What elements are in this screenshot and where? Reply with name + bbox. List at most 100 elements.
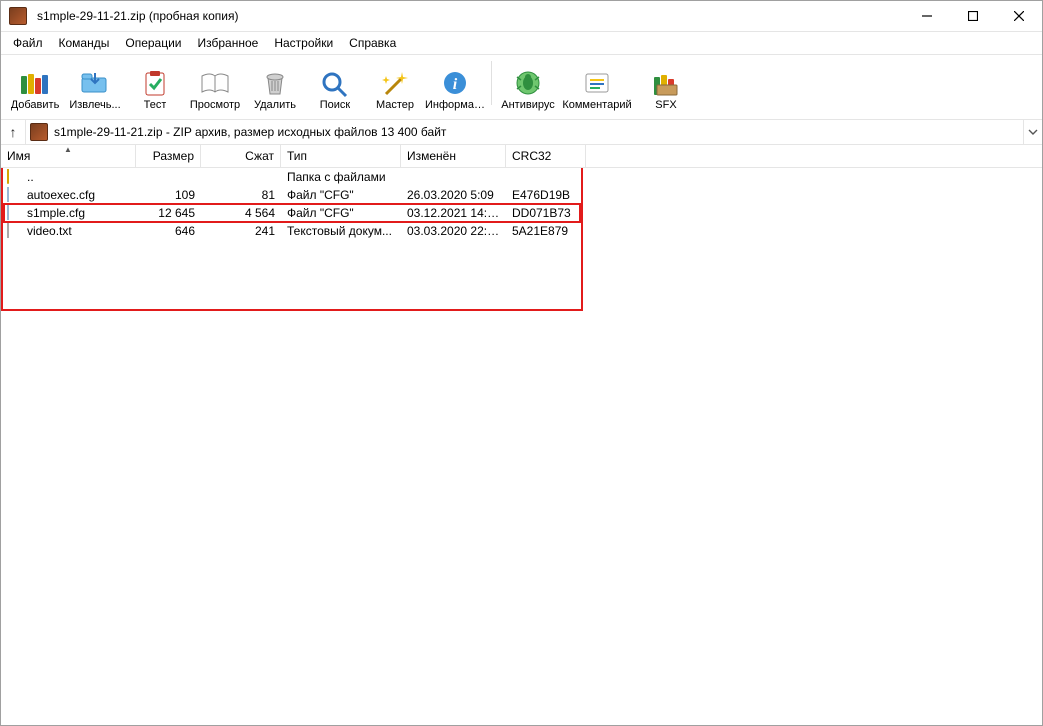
toolbar-add[interactable]: Добавить [5, 59, 65, 113]
bug-icon [511, 67, 545, 99]
maximize-button[interactable] [950, 1, 996, 31]
col-modified[interactable]: Изменён [401, 145, 506, 167]
cell-packed: 81 [201, 188, 281, 202]
toolbar-antivirus-label: Антивирус [501, 99, 554, 113]
cell-type: Текстовый докум... [281, 224, 401, 238]
toolbar-view[interactable]: Просмотр [185, 59, 245, 113]
cell-size: 12 645 [136, 206, 201, 220]
toolbar-find[interactable]: Поиск [305, 59, 365, 113]
file-name: .. [27, 170, 34, 184]
cell-size: 646 [136, 224, 201, 238]
info-icon: i [438, 67, 472, 99]
window-title: s1mple-29-11-21.zip (пробная копия) [33, 9, 904, 23]
toolbar-separator [491, 61, 492, 105]
up-arrow-icon: ↑ [10, 124, 17, 140]
minimize-button[interactable] [904, 1, 950, 31]
col-type-label: Тип [287, 149, 307, 163]
toolbar-info-label: Информация [425, 99, 485, 113]
cell-name: video.txt [1, 223, 136, 239]
toolbar-delete-label: Удалить [254, 99, 296, 113]
comment-icon [580, 67, 614, 99]
menu-settings[interactable]: Настройки [266, 34, 341, 52]
col-size-label: Размер [153, 149, 194, 163]
up-button[interactable]: ↑ [1, 120, 25, 144]
toolbar-test[interactable]: Тест [125, 59, 185, 113]
menu-commands[interactable]: Команды [51, 34, 118, 52]
toolbar-view-label: Просмотр [190, 99, 240, 113]
menu-favorites[interactable]: Избранное [190, 34, 267, 52]
menu-bar: Файл Команды Операции Избранное Настройк… [1, 32, 1042, 55]
col-packed[interactable]: Сжат [201, 145, 281, 167]
file-icon [7, 205, 23, 221]
search-icon [318, 67, 352, 99]
toolbar-antivirus[interactable]: Антивирус [498, 59, 558, 113]
toolbar: Добавить Извлечь... Тест Просмотр Удалит… [1, 55, 1042, 120]
col-crc-label: CRC32 [512, 149, 551, 163]
cell-name: s1mple.cfg [1, 205, 136, 221]
window-controls [904, 1, 1042, 31]
cell-size: 109 [136, 188, 201, 202]
column-headers: Имя ▲ Размер Сжат Тип Изменён CRC32 [1, 145, 1042, 168]
cell-type: Папка с файлами [281, 170, 401, 184]
file-name: s1mple.cfg [27, 206, 85, 220]
toolbar-comment-label: Комментарий [562, 99, 631, 113]
col-type[interactable]: Тип [281, 145, 401, 167]
books-icon [18, 67, 52, 99]
toolbar-extract-label: Извлечь... [69, 99, 120, 113]
cell-modified: 03.12.2021 14:43 [401, 206, 506, 220]
menu-operations[interactable]: Операции [117, 34, 189, 52]
col-crc[interactable]: CRC32 [506, 145, 586, 167]
toolbar-comment[interactable]: Комментарий [558, 59, 636, 113]
address-field[interactable]: s1mple-29-11-21.zip - ZIP архив, размер … [25, 120, 1023, 144]
table-row[interactable]: .. Папка с файлами [1, 168, 1042, 186]
cell-packed: 241 [201, 224, 281, 238]
col-modified-label: Изменён [407, 149, 456, 163]
col-name-label: Имя [7, 149, 30, 163]
file-list[interactable]: .. Папка с файлами autoexec.cfg 10981Файл "… [1, 168, 1042, 725]
toolbar-sfx-label: SFX [655, 99, 676, 113]
archive-icon [30, 123, 48, 141]
clipboard-check-icon [138, 67, 172, 99]
menu-help[interactable]: Справка [341, 34, 404, 52]
svg-text:i: i [453, 76, 458, 93]
sort-indicator-icon: ▲ [64, 145, 72, 154]
toolbar-sfx[interactable]: SFX [636, 59, 696, 113]
col-size[interactable]: Размер [136, 145, 201, 167]
chevron-down-icon [1028, 127, 1038, 137]
address-bar: ↑ s1mple-29-11-21.zip - ZIP архив, разме… [1, 120, 1042, 145]
cell-crc: DD071B73 [506, 206, 586, 220]
wand-icon [378, 67, 412, 99]
menu-file[interactable]: Файл [5, 34, 51, 52]
toolbar-wizard[interactable]: Мастер [365, 59, 425, 113]
table-row[interactable]: autoexec.cfg10981Файл "CFG"26.03.2020 5:… [1, 186, 1042, 204]
toolbar-find-label: Поиск [320, 99, 350, 113]
cell-name: .. [1, 169, 136, 185]
package-icon [649, 67, 683, 99]
cell-crc: 5A21E879 [506, 224, 586, 238]
toolbar-delete[interactable]: Удалить [245, 59, 305, 113]
table-row[interactable]: s1mple.cfg 12 6454 564Файл "CFG"03.12.202… [1, 204, 1042, 222]
cell-modified: 26.03.2020 5:09 [401, 188, 506, 202]
toolbar-info[interactable]: i Информация [425, 59, 485, 113]
col-packed-label: Сжат [245, 149, 274, 163]
address-dropdown[interactable] [1023, 120, 1042, 144]
cell-crc: E476D19B [506, 188, 586, 202]
col-name[interactable]: Имя ▲ [1, 145, 136, 167]
close-button[interactable] [996, 1, 1042, 31]
table-row[interactable]: video.txt 646241Текстовый докум...03.03.2… [1, 222, 1042, 240]
toolbar-extract[interactable]: Извлечь... [65, 59, 125, 113]
file-name: video.txt [27, 224, 72, 238]
cell-packed: 4 564 [201, 206, 281, 220]
toolbar-wizard-label: Мастер [376, 99, 414, 113]
toolbar-add-label: Добавить [11, 99, 60, 113]
cell-name: autoexec.cfg [1, 187, 136, 203]
app-icon [9, 7, 27, 25]
cell-modified: 03.03.2020 22:00 [401, 224, 506, 238]
folder-icon [7, 169, 23, 185]
file-icon [7, 187, 23, 203]
toolbar-test-label: Тест [144, 99, 167, 113]
cell-type: Файл "CFG" [281, 206, 401, 220]
text-file-icon [7, 223, 23, 239]
trash-icon [258, 67, 292, 99]
file-name: autoexec.cfg [27, 188, 95, 202]
